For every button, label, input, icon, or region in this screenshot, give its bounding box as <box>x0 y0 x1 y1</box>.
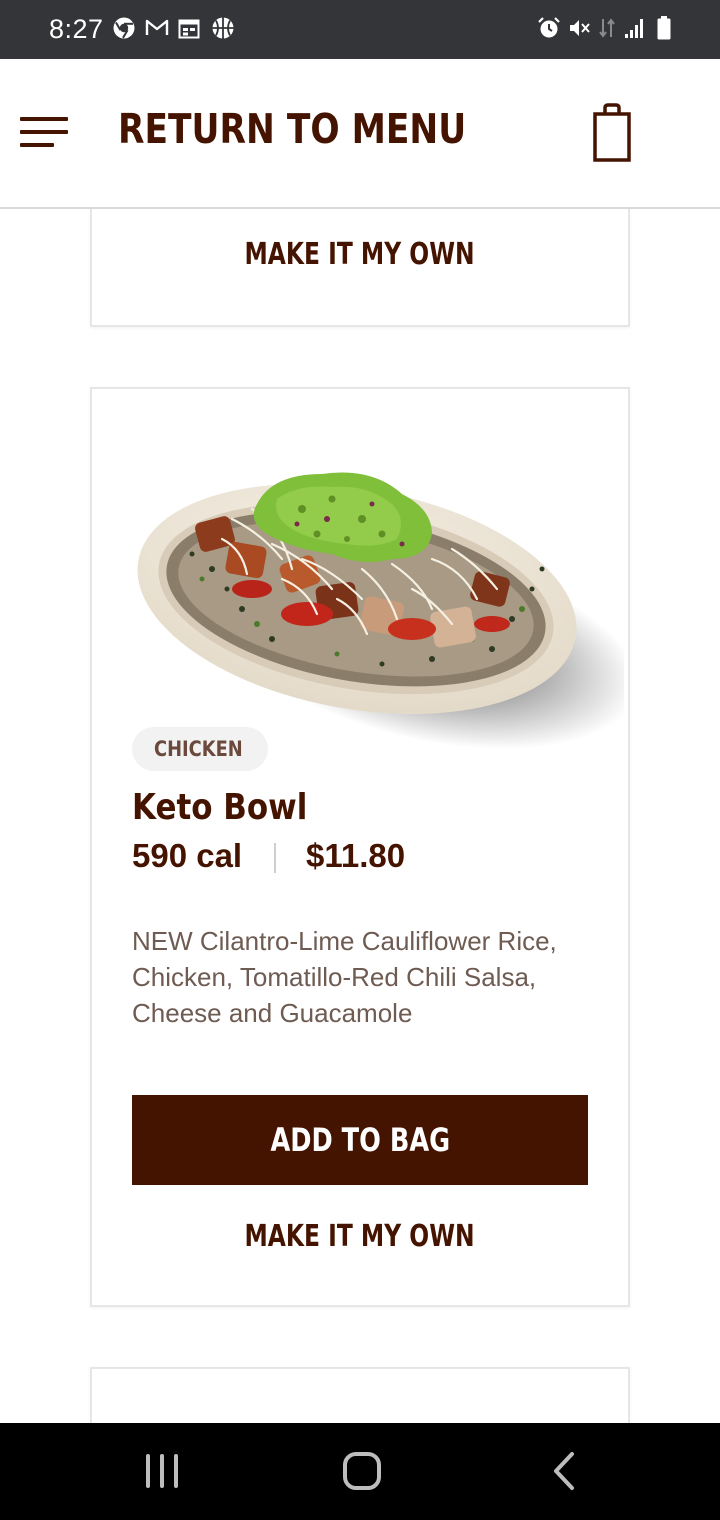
keto-bowl-image[interactable] <box>132 449 624 749</box>
app-header: RETURN TO MENU <box>0 59 720 209</box>
data-icon <box>599 18 615 38</box>
add-to-bag-button[interactable]: ADD TO BAG <box>132 1095 588 1185</box>
calendar-icon <box>178 19 200 39</box>
item-calories: 590 cal <box>132 837 243 874</box>
menu-card-previous: MAKE IT MY OWN <box>90 209 630 327</box>
chrome-icon <box>113 17 135 39</box>
alarm-icon <box>538 17 560 38</box>
mute-icon <box>570 20 590 36</box>
item-price: $11.80 <box>306 837 406 874</box>
make-it-my-own-label: MAKE IT MY OWN <box>244 1219 476 1254</box>
home-icon[interactable] <box>342 1451 382 1491</box>
make-it-my-own-button[interactable]: MAKE IT MY OWN <box>92 1219 628 1254</box>
meta-divider <box>274 843 276 873</box>
make-it-my-own-button[interactable]: MAKE IT MY OWN <box>92 237 628 272</box>
protein-tag-label: CHICKEN <box>154 737 243 761</box>
menu-list[interactable]: MAKE IT MY OWN CHICKEN Keto Bowl 590 cal… <box>0 209 720 1423</box>
shopping-bag-icon[interactable] <box>588 103 636 165</box>
signal-icon <box>625 19 643 38</box>
menu-card-next[interactable] <box>90 1367 630 1423</box>
item-name-text: Keto Bowl <box>132 787 308 828</box>
add-to-bag-label: ADD TO BAG <box>270 1121 450 1159</box>
hamburger-menu-icon[interactable] <box>20 117 68 151</box>
recents-icon[interactable] <box>142 1451 182 1491</box>
battery-icon <box>657 16 671 40</box>
make-it-my-own-label: MAKE IT MY OWN <box>244 237 476 272</box>
status-bar: 8:27 <box>0 0 720 59</box>
gmail-icon <box>145 19 169 35</box>
status-time: 8:27 <box>49 14 104 44</box>
basketball-icon <box>212 17 234 39</box>
menu-card-keto-bowl: CHICKEN Keto Bowl 590 cal $11.80 NEW Cil… <box>90 387 630 1307</box>
item-description: NEW Cilantro-Lime Cauliflower Rice, Chic… <box>132 926 557 1028</box>
item-name: Keto Bowl <box>132 787 336 828</box>
system-nav-bar <box>0 1423 720 1520</box>
back-icon[interactable] <box>544 1451 584 1491</box>
protein-tag: CHICKEN <box>132 727 268 771</box>
return-to-menu-link[interactable]: RETURN TO MENU <box>118 105 466 153</box>
